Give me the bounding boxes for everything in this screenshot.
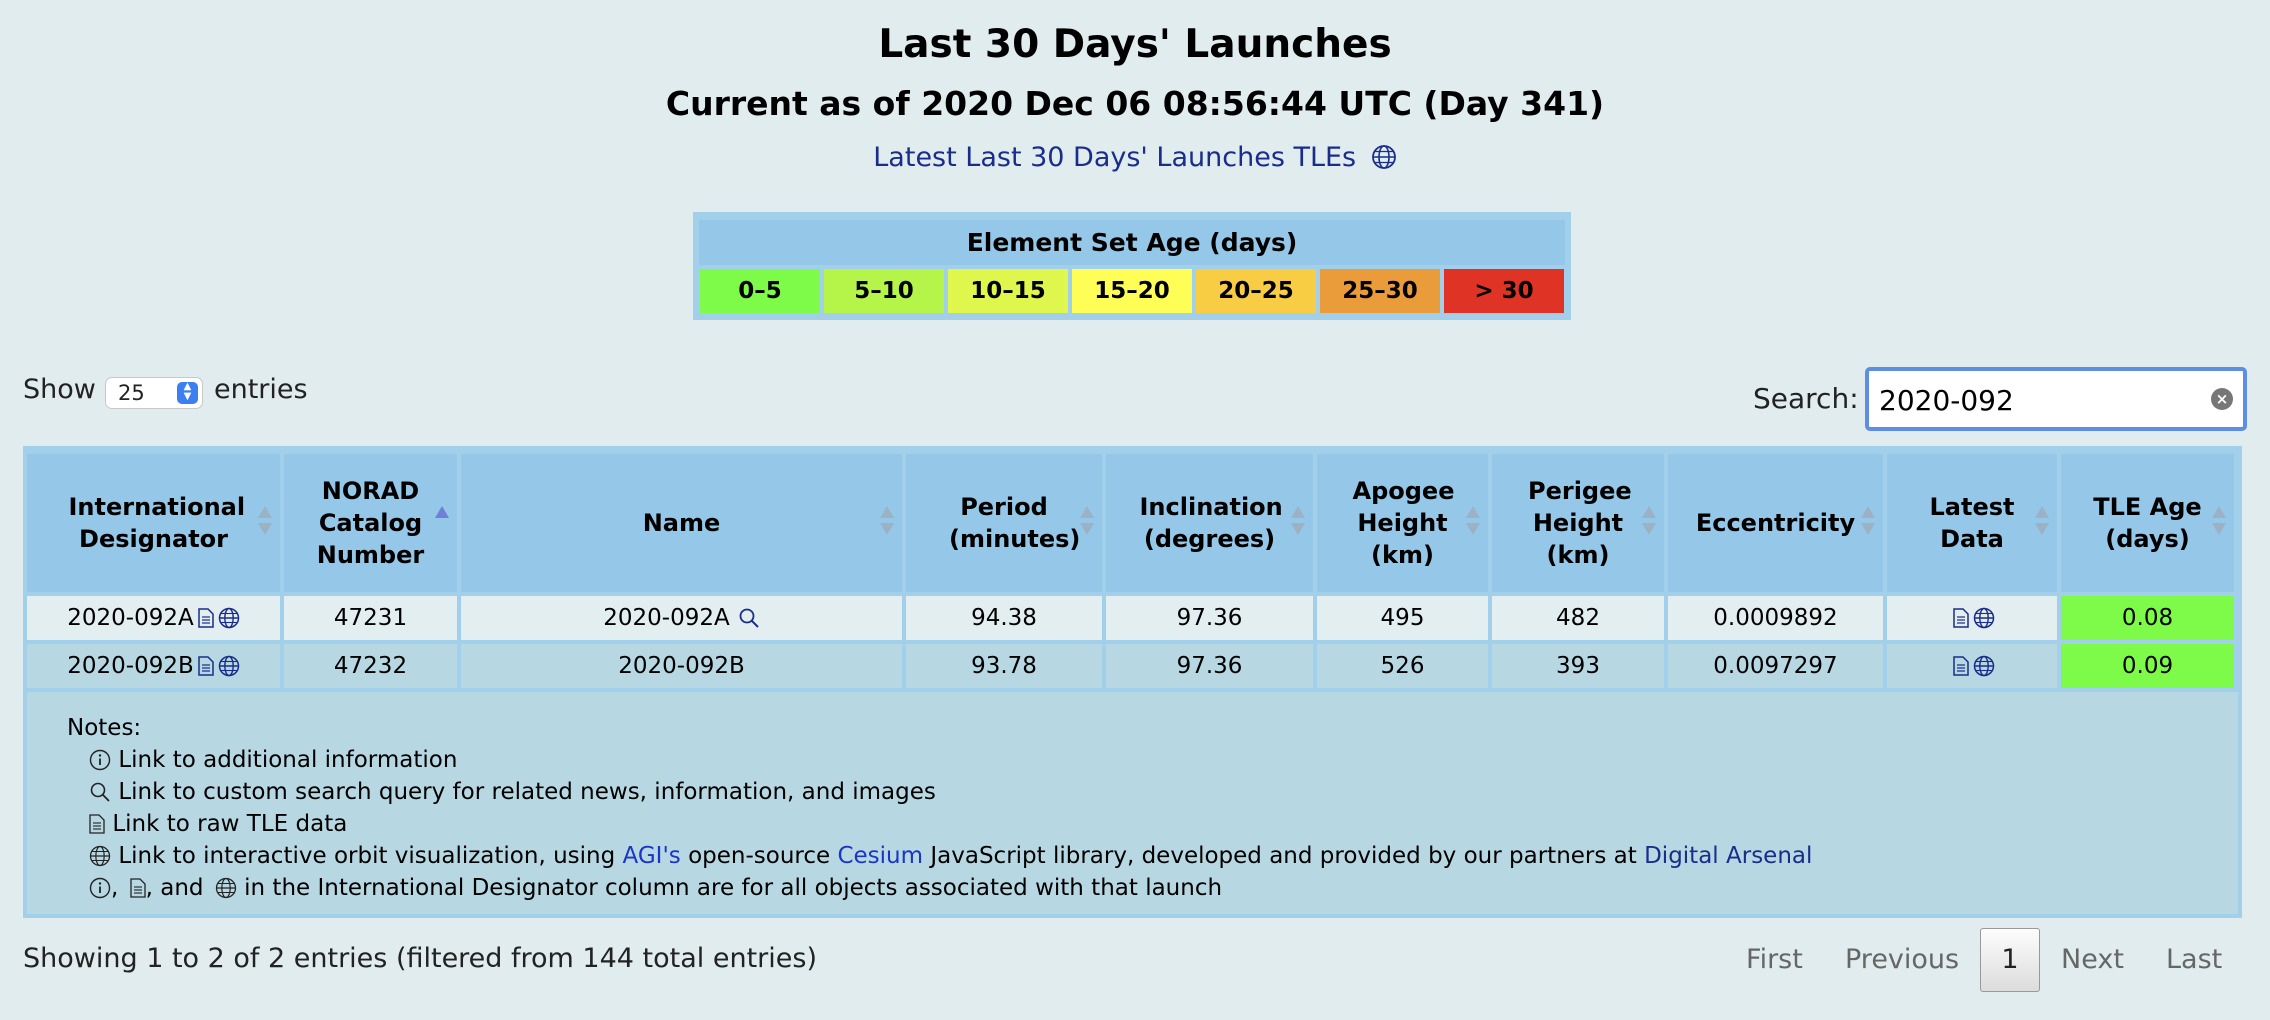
latest-tles-link[interactable]: Latest Last 30 Days' Launches TLEs bbox=[873, 142, 1356, 173]
col-header-name[interactable]: Name bbox=[461, 454, 902, 592]
designator-cell: 2020-092B bbox=[67, 653, 194, 679]
element-set-age-legend: Element Set Age (days) 0–5 5–10 10–15 15… bbox=[693, 212, 1571, 320]
legend-title: Element Set Age (days) bbox=[699, 220, 1565, 265]
norad-cell: 47231 bbox=[284, 596, 457, 640]
page-title: Last 30 Days' Launches bbox=[878, 22, 1392, 67]
eccentricity-cell: 0.0097297 bbox=[1668, 644, 1883, 688]
legend-bin-over-30: > 30 bbox=[1444, 269, 1564, 313]
raw-tle-icon[interactable] bbox=[1953, 608, 1969, 628]
latest-data-cell bbox=[1887, 596, 2057, 640]
apogee-cell: 495 bbox=[1317, 596, 1488, 640]
period-cell: 93.78 bbox=[906, 644, 1102, 688]
page-subtitle: Current as of 2020 Dec 06 08:56:44 UTC (… bbox=[665, 84, 1605, 123]
note-info: Link to additional information bbox=[67, 744, 2238, 776]
search-icon[interactable] bbox=[738, 607, 760, 629]
cesium-link[interactable]: Cesium bbox=[837, 843, 923, 869]
name-cell: 2020-092B bbox=[461, 644, 902, 688]
pagination-first[interactable]: First bbox=[1746, 944, 1803, 975]
info-icon bbox=[89, 749, 111, 771]
notes-section: Notes: Link to additional information Li… bbox=[27, 692, 2238, 914]
col-header-apogee[interactable]: Apogee Height (km) bbox=[1317, 454, 1488, 592]
legend-bin-25-30: 25–30 bbox=[1320, 269, 1440, 313]
raw-tle-icon[interactable] bbox=[1953, 656, 1969, 676]
notes-heading: Notes: bbox=[67, 715, 142, 741]
sort-icon bbox=[258, 506, 272, 536]
tle-link-row: Latest Last 30 Days' Launches TLEs bbox=[0, 142, 2270, 173]
designator-cell: 2020-092A bbox=[67, 605, 194, 631]
sort-icon bbox=[1642, 506, 1656, 536]
period-cell: 94.38 bbox=[906, 596, 1102, 640]
globe-icon[interactable] bbox=[218, 607, 240, 629]
note-search: Link to custom search query for related … bbox=[67, 776, 2238, 808]
pagination-page-1[interactable]: 1 bbox=[1980, 928, 2040, 992]
perigee-cell: 393 bbox=[1492, 644, 1664, 688]
sort-icon bbox=[2035, 506, 2049, 536]
col-header-eccentricity[interactable]: Eccentricity bbox=[1668, 454, 1883, 592]
agi-link[interactable]: AGI's bbox=[623, 843, 681, 869]
sort-icon bbox=[1291, 506, 1305, 536]
col-header-period[interactable]: Period (minutes) bbox=[906, 454, 1102, 592]
show-label: Show bbox=[23, 374, 96, 405]
raw-tle-icon[interactable] bbox=[198, 656, 214, 676]
globe-icon bbox=[89, 845, 111, 867]
pagination-previous[interactable]: Previous bbox=[1845, 944, 1959, 975]
col-header-designator[interactable]: International Designator bbox=[27, 454, 280, 592]
inclination-cell: 97.36 bbox=[1106, 644, 1313, 688]
page-length-value: 25 bbox=[118, 381, 145, 405]
col-header-latest-data[interactable]: Latest Data bbox=[1887, 454, 2057, 592]
globe-icon[interactable] bbox=[1973, 655, 1995, 677]
tle-age-cell: 0.09 bbox=[2061, 644, 2234, 688]
raw-tle-icon bbox=[129, 878, 146, 898]
legend-bin-15-20: 15–20 bbox=[1072, 269, 1192, 313]
raw-tle-icon bbox=[89, 814, 105, 834]
note-raw: Link to raw TLE data bbox=[67, 808, 2238, 840]
select-arrows-icon: ▲ ▼ bbox=[177, 382, 198, 404]
latest-data-cell bbox=[1887, 644, 2057, 688]
eccentricity-cell: 0.0009892 bbox=[1668, 596, 1883, 640]
legend-bin-5-10: 5–10 bbox=[824, 269, 944, 313]
inclination-cell: 97.36 bbox=[1106, 596, 1313, 640]
raw-tle-icon[interactable] bbox=[197, 608, 214, 628]
digital-arsenal-link[interactable]: Digital Arsenal bbox=[1644, 843, 1812, 869]
globe-icon[interactable] bbox=[1371, 144, 1397, 170]
col-header-inclination[interactable]: Inclination (degrees) bbox=[1106, 454, 1313, 592]
sort-icon bbox=[1080, 506, 1094, 536]
globe-icon bbox=[215, 877, 236, 899]
col-header-tle-age[interactable]: TLE Age (days) bbox=[2061, 454, 2234, 592]
search-icon bbox=[90, 782, 110, 802]
legend-bin-10-15: 10–15 bbox=[948, 269, 1068, 313]
sort-icon bbox=[880, 506, 894, 536]
search-label: Search: bbox=[1753, 382, 1859, 415]
search-input[interactable] bbox=[1877, 375, 2201, 425]
legend-bin-0-5: 0–5 bbox=[700, 269, 820, 313]
page-length-select[interactable]: 25 ▲ ▼ bbox=[105, 377, 203, 409]
globe-icon[interactable] bbox=[218, 655, 240, 677]
legend-bin-20-25: 20–25 bbox=[1196, 269, 1316, 313]
tle-age-cell: 0.08 bbox=[2061, 596, 2234, 640]
name-cell: 2020-092A bbox=[603, 605, 730, 631]
sort-icon bbox=[2212, 506, 2226, 536]
pagination-next[interactable]: Next bbox=[2061, 944, 2124, 975]
apogee-cell: 526 bbox=[1317, 644, 1488, 688]
col-header-perigee[interactable]: Perigee Height (km) bbox=[1492, 454, 1664, 592]
perigee-cell: 482 bbox=[1492, 596, 1664, 640]
search-box: × bbox=[1865, 367, 2247, 431]
globe-icon[interactable] bbox=[1973, 607, 1995, 629]
pagination-last[interactable]: Last bbox=[2166, 944, 2222, 975]
note-launch: , , and in the International Designator … bbox=[67, 872, 2238, 904]
info-icon bbox=[89, 877, 111, 899]
norad-cell: 47232 bbox=[284, 644, 457, 688]
sort-icon bbox=[1466, 506, 1480, 536]
clear-search-icon[interactable]: × bbox=[2211, 388, 2233, 410]
entries-label: entries bbox=[214, 374, 308, 405]
table-info: Showing 1 to 2 of 2 entries (filtered fr… bbox=[23, 943, 817, 974]
sort-icon bbox=[1861, 506, 1875, 536]
sort-ascending-icon bbox=[435, 506, 449, 536]
note-orbit: Link to interactive orbit visualization,… bbox=[67, 840, 2238, 872]
col-header-norad[interactable]: NORAD Catalog Number bbox=[284, 454, 457, 592]
launches-table: International Designator NORAD Catalog N… bbox=[23, 446, 2242, 918]
